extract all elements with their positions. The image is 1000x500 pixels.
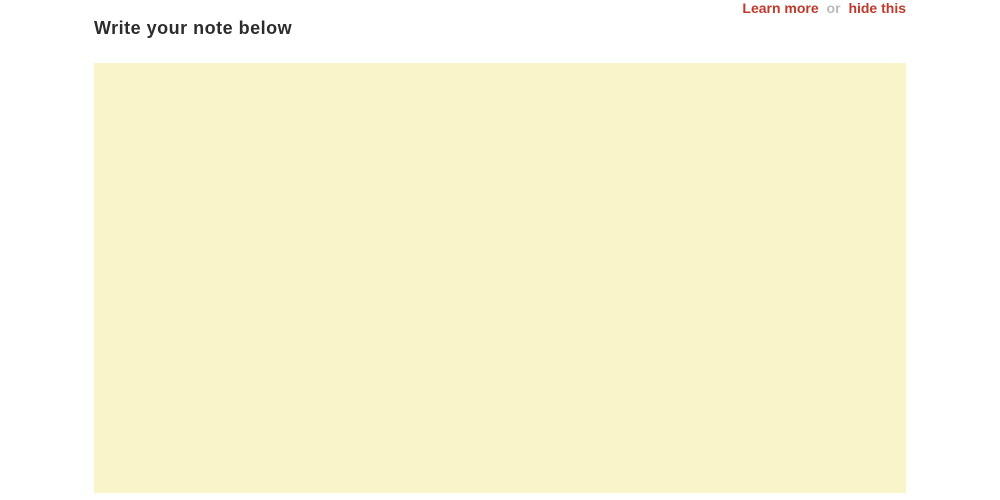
learn-more-link[interactable]: Learn more (742, 0, 818, 16)
hide-this-link[interactable]: hide this (848, 0, 906, 16)
note-container: Write your note below (0, 0, 1000, 498)
note-textarea[interactable] (94, 63, 906, 493)
info-banner-links: Learn more or hide this (742, 0, 906, 16)
note-heading: Write your note below (94, 18, 906, 39)
separator-text: or (827, 0, 841, 16)
